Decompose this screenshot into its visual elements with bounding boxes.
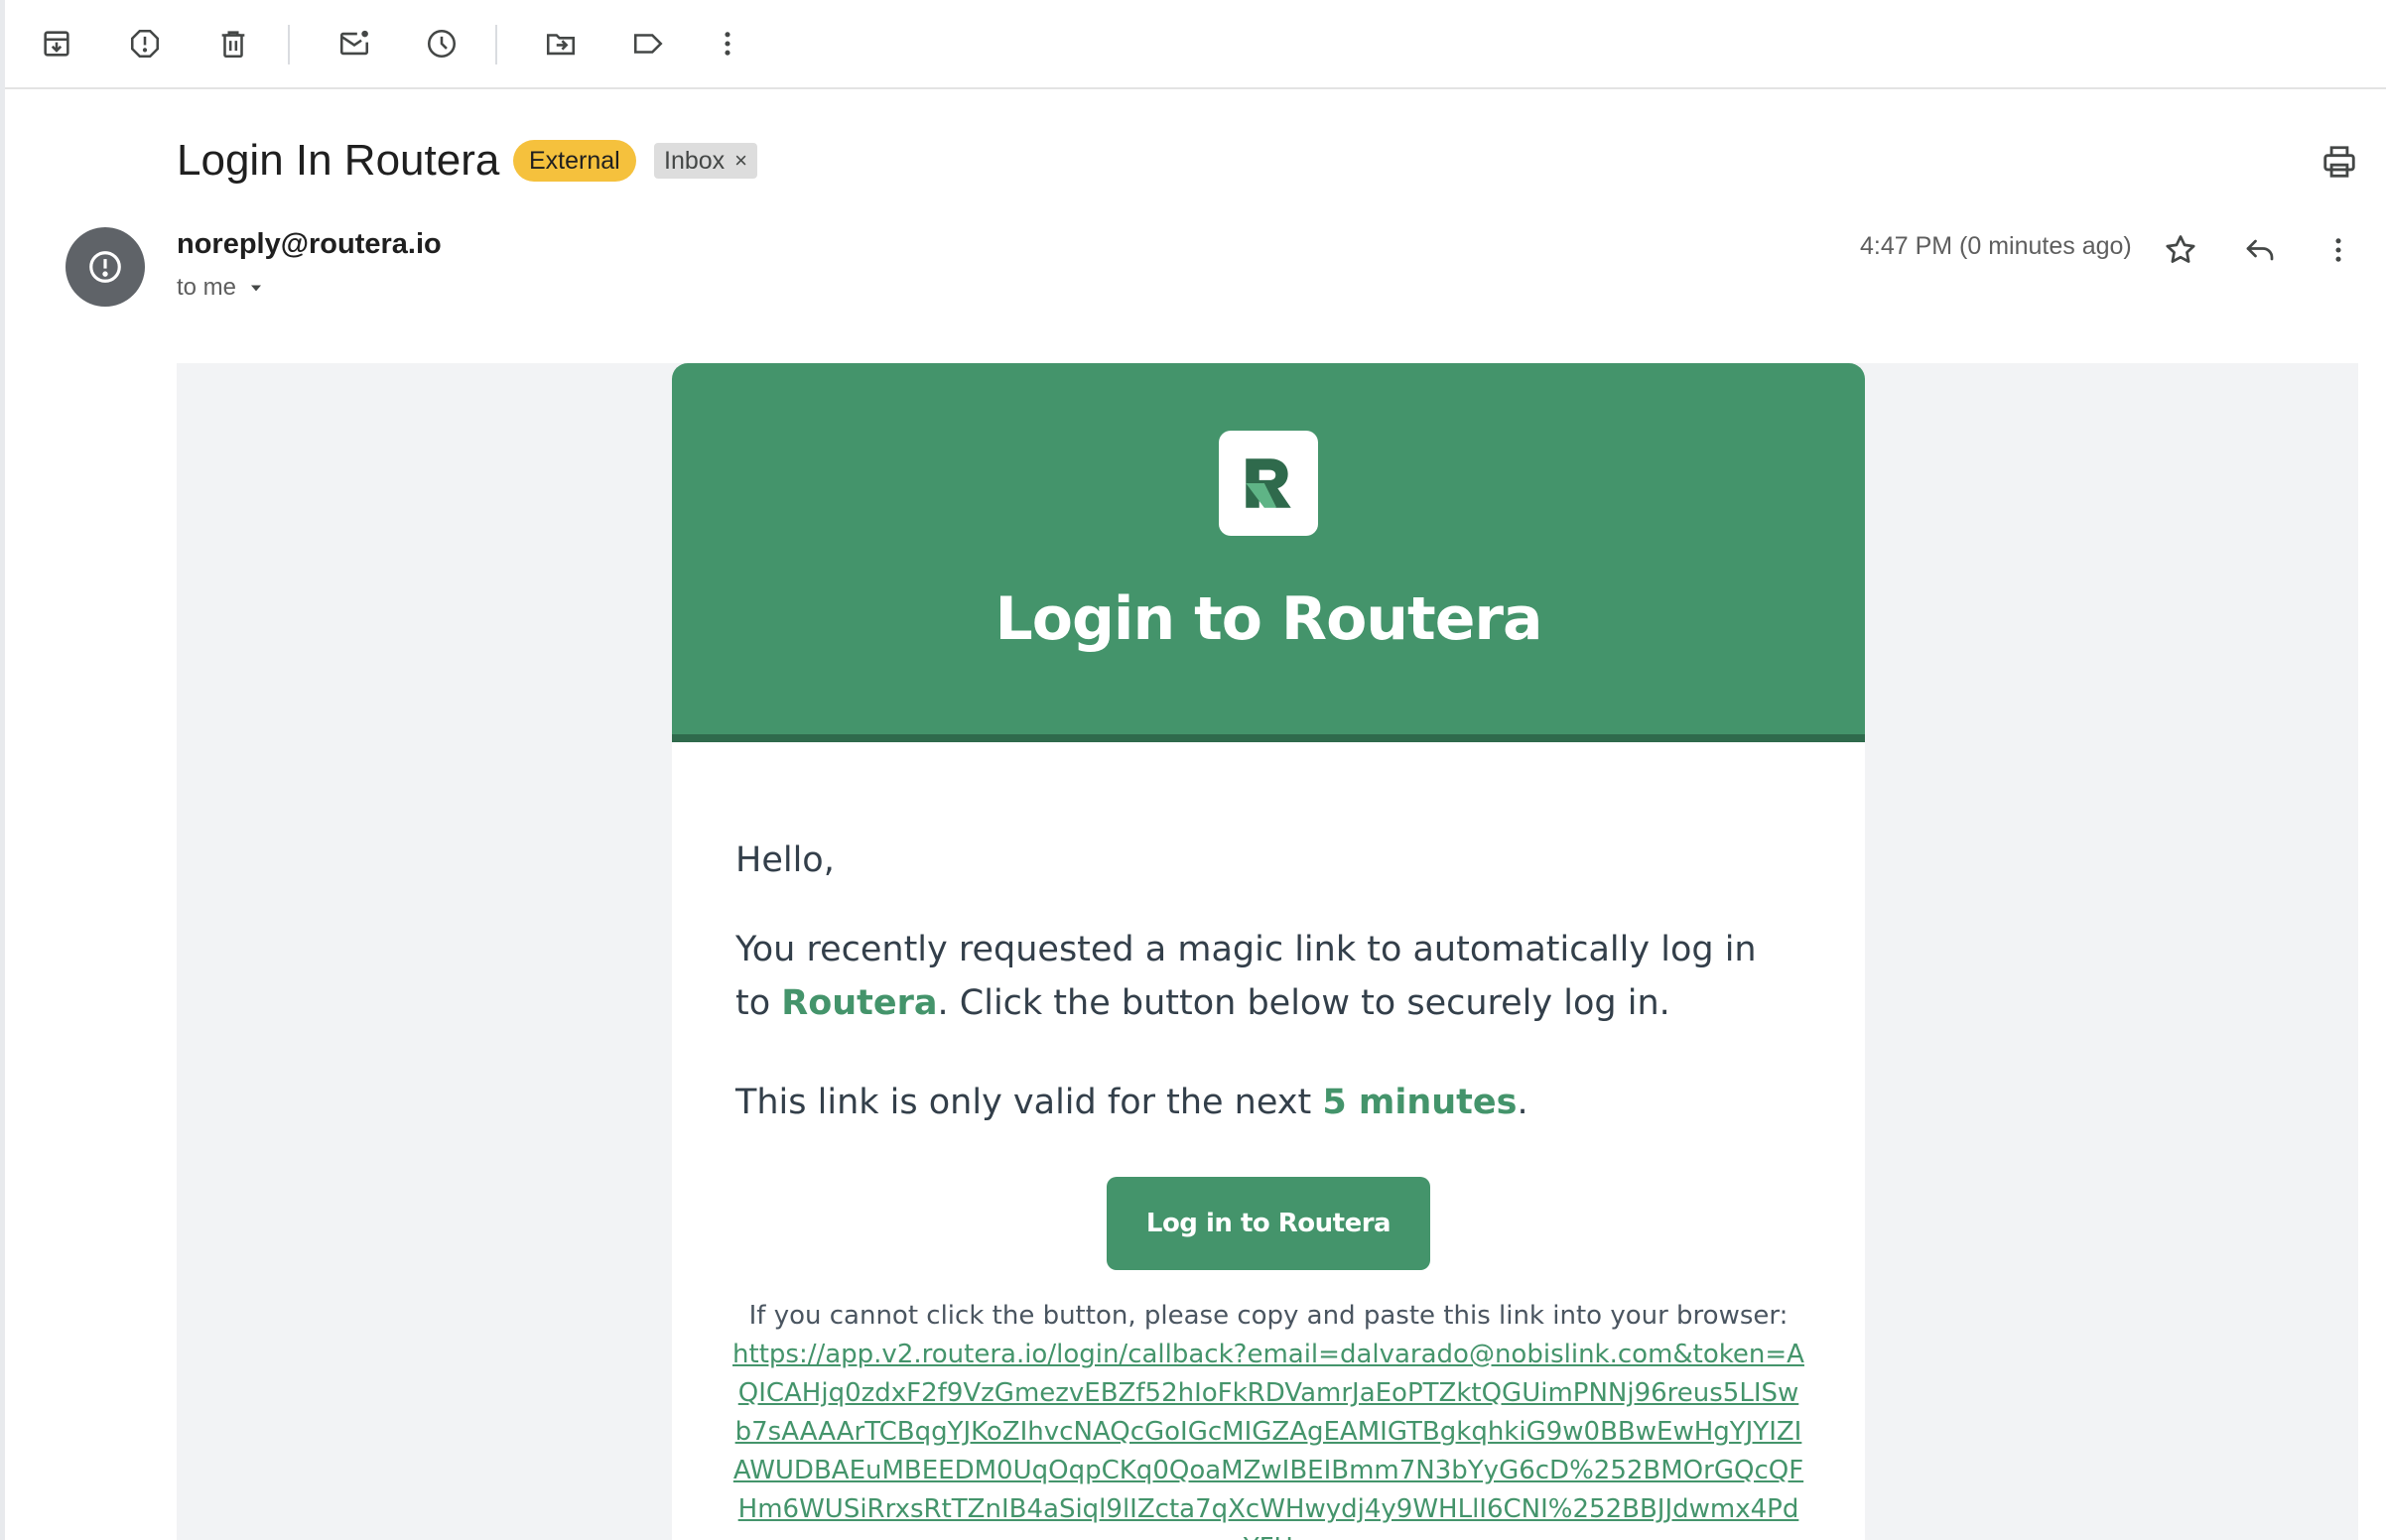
validity-duration: 5 minutes bbox=[1322, 1083, 1518, 1122]
print-button[interactable] bbox=[2315, 137, 2364, 187]
sender-email[interactable]: noreply@routera.io bbox=[177, 228, 442, 261]
report-spam-icon bbox=[130, 29, 160, 59]
more-vert-icon bbox=[725, 32, 730, 56]
label-icon bbox=[633, 34, 663, 54]
validity-paragraph: This link is only valid for the next 5 m… bbox=[735, 1076, 1801, 1129]
greeting: Hello, bbox=[735, 840, 835, 880]
reply-button[interactable] bbox=[2234, 224, 2286, 276]
warning-avatar-icon bbox=[89, 251, 121, 283]
routera-logo-icon bbox=[1246, 458, 1291, 508]
mark-unread-button[interactable] bbox=[332, 22, 376, 65]
more-options-button[interactable] bbox=[706, 22, 749, 65]
email-header-banner: Login to Routera bbox=[672, 363, 1865, 734]
fallback-login-link[interactable]: https://app.v2.routera.io/login/callback… bbox=[731, 1336, 1805, 1540]
star-icon bbox=[2166, 235, 2195, 263]
more-vert-icon bbox=[2335, 238, 2341, 262]
print-icon bbox=[2323, 146, 2355, 178]
chevron-down-icon bbox=[251, 285, 262, 292]
header-divider bbox=[672, 734, 1865, 742]
login-button[interactable]: Log in to Routera bbox=[1107, 1177, 1430, 1270]
email-heading: Login to Routera bbox=[994, 584, 1543, 654]
mark-unread-icon bbox=[339, 30, 369, 56]
label-button[interactable] bbox=[626, 22, 670, 65]
validity-text: This link is only valid for the next bbox=[735, 1083, 1323, 1122]
routera-logo bbox=[1219, 431, 1318, 536]
sender-avatar[interactable] bbox=[66, 227, 145, 307]
delete-icon bbox=[221, 31, 245, 59]
inbox-label[interactable]: Inbox × bbox=[654, 143, 758, 179]
fallback-instructions: If you cannot click the button, please c… bbox=[748, 1301, 1789, 1331]
email-subject: Login In Routera bbox=[177, 136, 500, 185]
toolbar-separator bbox=[495, 25, 497, 64]
recipient-details[interactable]: to me bbox=[177, 274, 266, 302]
validity-text-end: . bbox=[1517, 1083, 1528, 1122]
intro-paragraph: You recently requested a magic link to a… bbox=[735, 923, 1801, 1030]
toolbar-separator bbox=[288, 25, 290, 64]
snooze-icon bbox=[427, 29, 457, 59]
remove-label-icon[interactable]: × bbox=[734, 143, 747, 179]
external-badge: External bbox=[513, 140, 636, 182]
inbox-label-text: Inbox bbox=[664, 147, 726, 175]
reply-icon bbox=[2246, 239, 2274, 261]
intro-text-end: . Click the button below to securely log… bbox=[937, 983, 1670, 1023]
left-divider bbox=[0, 0, 5, 1540]
recipient-label: to me bbox=[177, 274, 237, 301]
snooze-button[interactable] bbox=[420, 22, 464, 65]
delete-button[interactable] bbox=[211, 22, 255, 65]
move-to-icon bbox=[546, 34, 576, 56]
report-spam-button[interactable] bbox=[123, 22, 167, 65]
brand-name: Routera bbox=[781, 983, 938, 1023]
message-more-button[interactable] bbox=[2313, 224, 2364, 276]
message-toolbar bbox=[5, 0, 2386, 89]
email-card: Login to Routera Hello, You recently req… bbox=[672, 363, 1865, 1540]
move-to-button[interactable] bbox=[539, 22, 583, 65]
email-timestamp: 4:47 PM (0 minutes ago) bbox=[1860, 232, 2132, 260]
archive-button[interactable] bbox=[35, 22, 78, 65]
archive-icon bbox=[44, 31, 69, 57]
star-button[interactable] bbox=[2155, 224, 2206, 276]
